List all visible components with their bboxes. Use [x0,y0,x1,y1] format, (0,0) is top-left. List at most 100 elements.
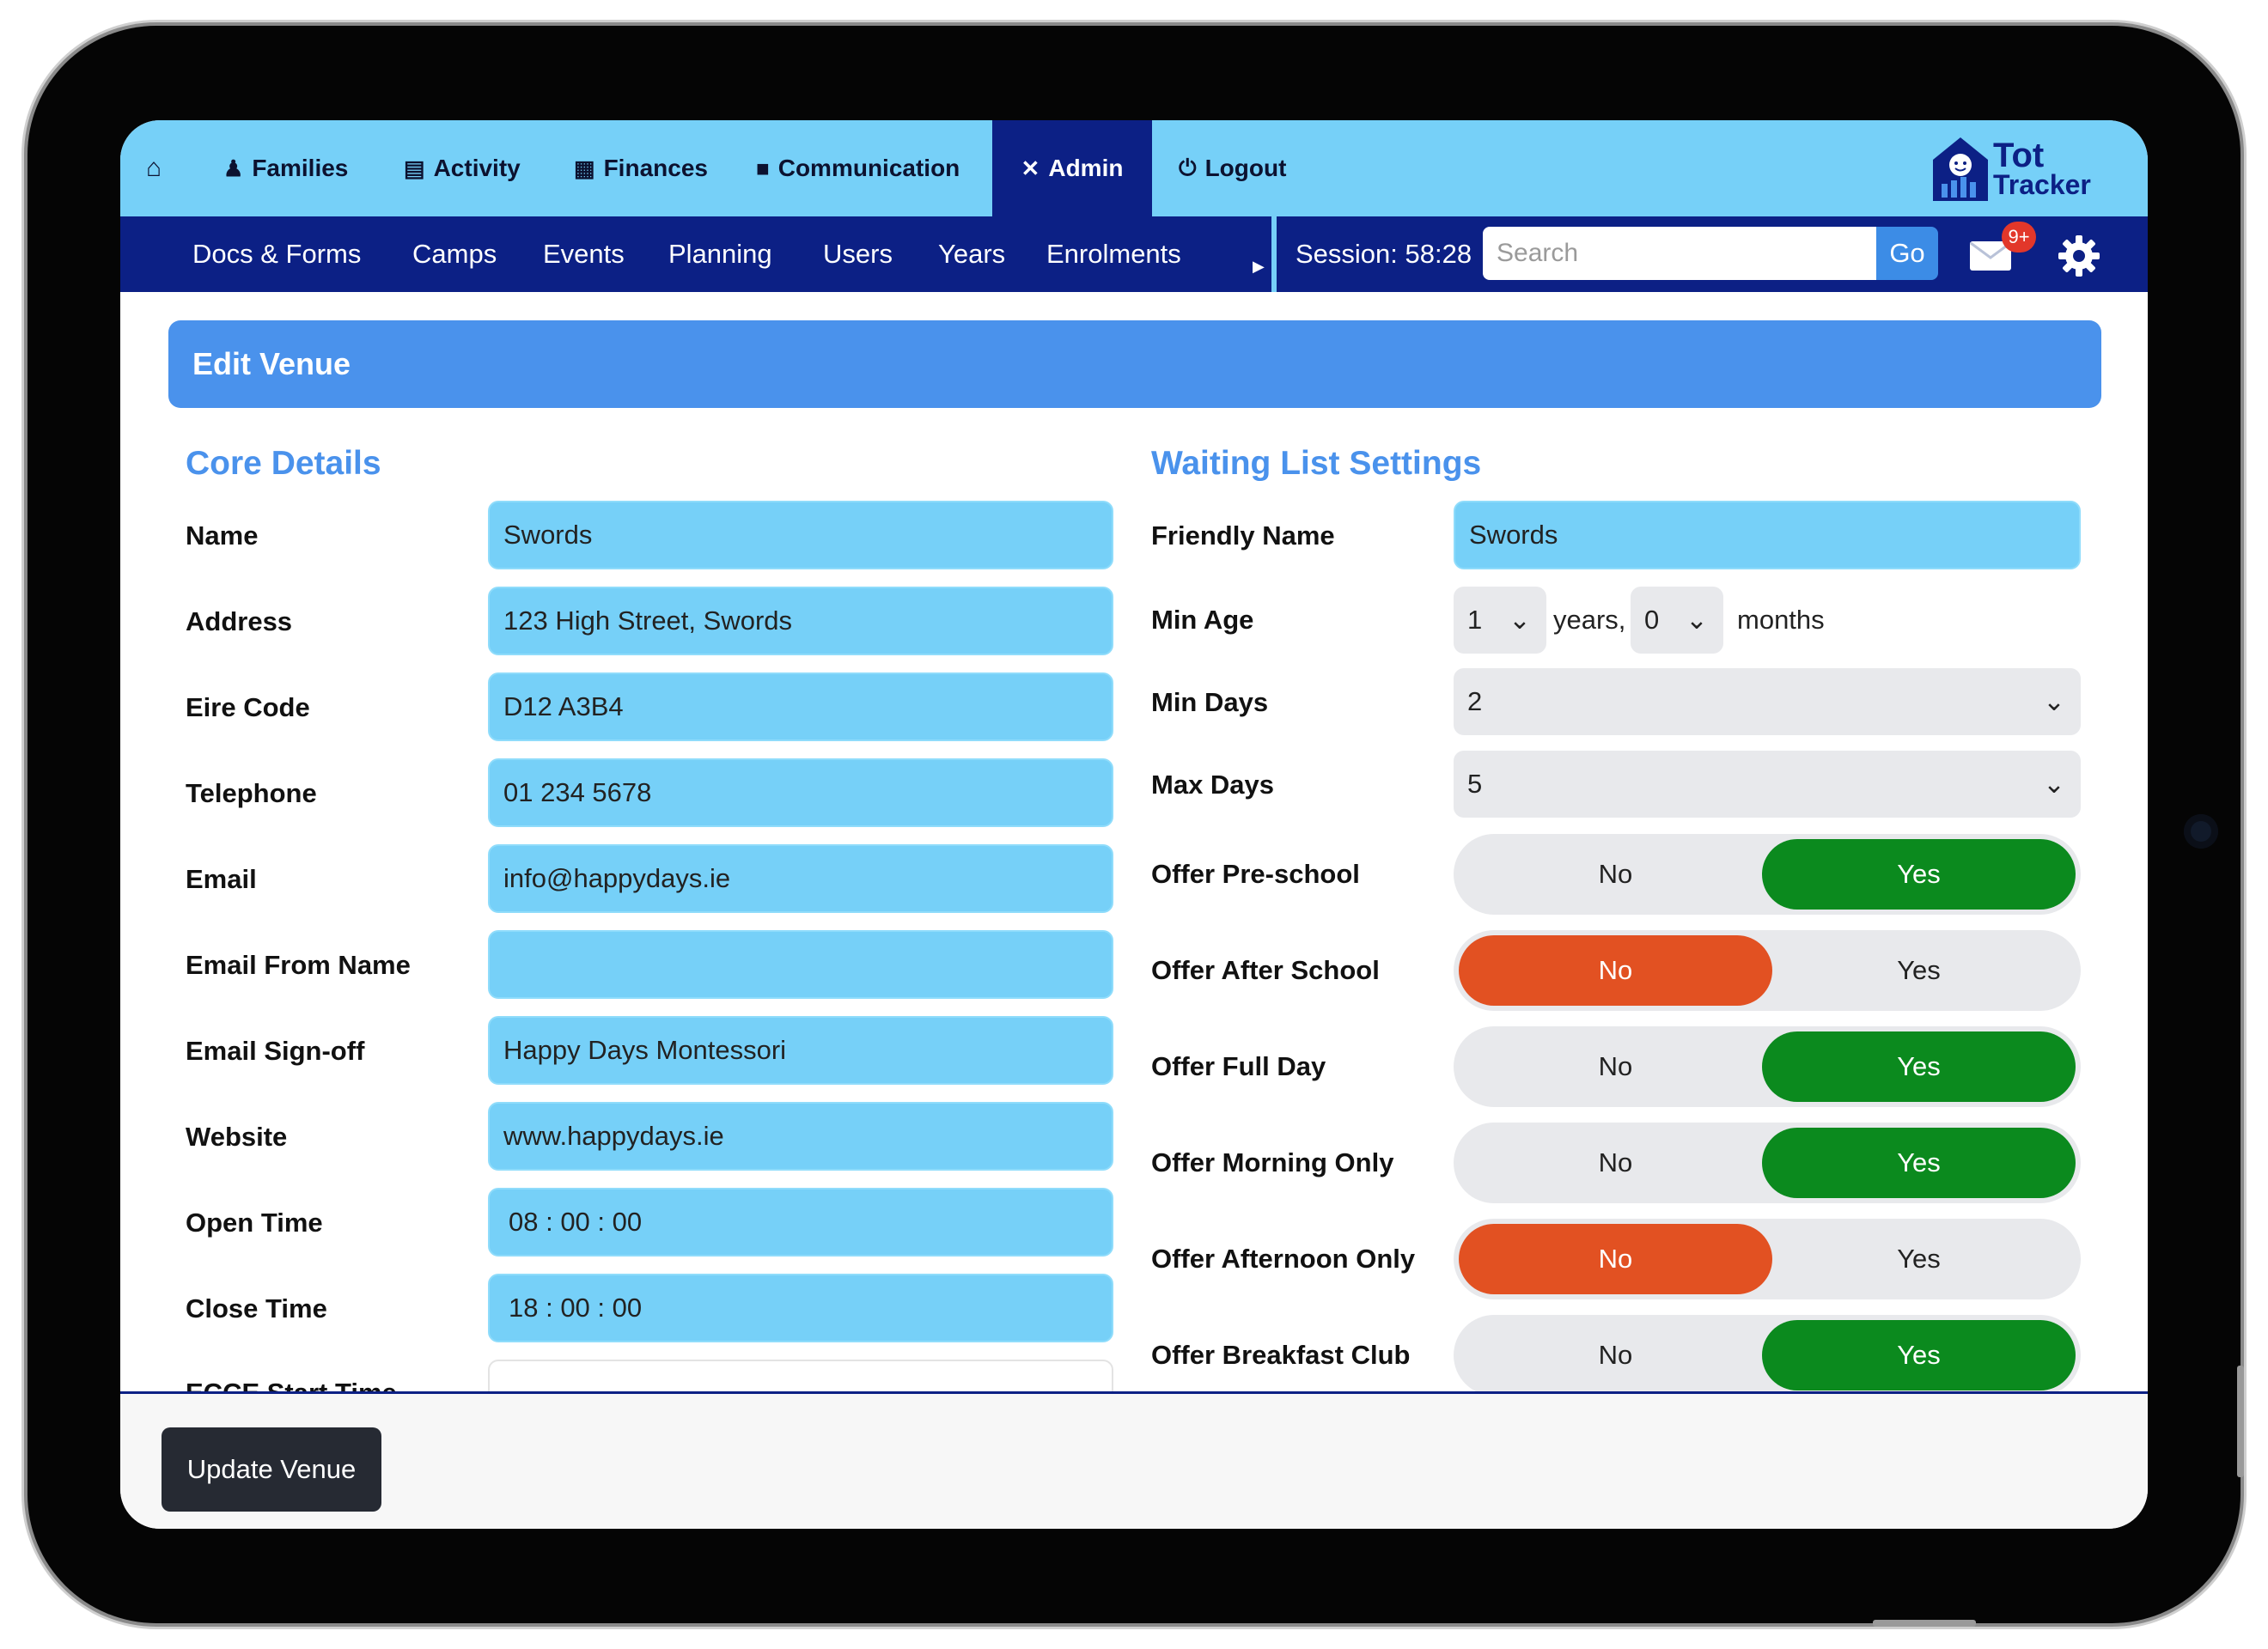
min-days-label: Min Days [1151,687,1269,717]
address-field[interactable]: 123 High Street, Swords [488,587,1113,655]
email-field[interactable]: info@happydays.ie [488,844,1113,913]
offer-full-day-toggle: No Yes [1454,1026,2081,1107]
tools-icon: ✕ [1021,155,1040,181]
clipboard-icon: ▤ [404,155,425,181]
offer-afternoon-only-yes[interactable]: Yes [1762,1224,2076,1294]
offer-after-school-no[interactable]: No [1459,935,1772,1006]
address-label: Address [186,606,293,636]
subnav-enrolments[interactable]: Enrolments [1046,216,1181,292]
nav-activity-label: Activity [433,155,521,181]
telephone-label: Telephone [186,778,317,808]
offer-afternoon-only-label: Offer Afternoon Only [1151,1244,1416,1274]
offer-after-school-yes[interactable]: Yes [1762,935,2076,1006]
email-signoff-field[interactable]: Happy Days Montessori [488,1016,1113,1085]
email-label: Email [186,864,257,894]
max-days-select[interactable]: 5 ⌄ [1454,751,2081,818]
bottom-button [1873,1620,1976,1627]
offer-morning-only-label: Offer Morning Only [1151,1147,1394,1177]
offer-full-day-yes[interactable]: Yes [1762,1031,2076,1102]
min-days-select[interactable]: 2 ⌄ [1454,668,2081,735]
home-icon: ⌂ [146,154,162,182]
chevron-down-icon: ⌄ [2043,769,2065,799]
update-venue-button[interactable]: Update Venue [162,1427,381,1512]
nav-logout-label: Logout [1204,155,1287,181]
subnav-camps[interactable]: Camps [412,216,497,292]
email-from-name-field[interactable] [488,930,1113,999]
users-icon: ♟ [223,155,244,181]
offer-afternoon-only-no[interactable]: No [1459,1224,1772,1294]
email-from-name-label: Email From Name [186,950,411,980]
min-days-value: 2 [1467,686,1483,716]
waiting-list-title: Waiting List Settings [1151,445,1482,482]
footer-bar [120,1391,2148,1529]
years-unit: years, [1553,605,1626,635]
website-field[interactable]: www.happydays.ie [488,1102,1113,1171]
nav-families-label: Families [252,155,349,181]
subnav-users[interactable]: Users [823,216,893,292]
top-nav: ⌂ ♟ Families ▤ Activity ▦ Finances ■ Com… [120,120,2148,216]
nav-admin-label: Admin [1048,155,1124,181]
chevron-down-icon: ⌄ [1686,605,1708,635]
min-age-label: Min Age [1151,605,1254,635]
open-time-field[interactable]: 08 : 00 : 00 [488,1188,1113,1257]
camera-icon [2184,814,2218,849]
nav-activity[interactable]: ▤ Activity [404,120,521,216]
offer-preschool-no[interactable]: No [1459,839,1772,910]
offer-breakfast-club-yes[interactable]: Yes [1762,1320,2076,1390]
subnav-events[interactable]: Events [543,216,625,292]
open-time-label: Open Time [186,1208,323,1238]
nav-admin[interactable]: ✕ Admin [992,120,1152,216]
offer-breakfast-club-label: Offer Breakfast Club [1151,1340,1411,1370]
offer-preschool-toggle: No Yes [1454,834,2081,915]
logo-line2: Tracker [1993,169,2091,200]
offer-breakfast-club-toggle: No Yes [1454,1315,2081,1396]
name-field[interactable]: Swords [488,501,1113,569]
nav-home[interactable]: ⌂ [146,120,162,216]
nav-finances-label: Finances [603,155,708,181]
offer-full-day-no[interactable]: No [1459,1031,1772,1102]
nav-families[interactable]: ♟ Families [223,120,348,216]
nav-communication[interactable]: ■ Communication [756,120,960,216]
telephone-field[interactable]: 01 234 5678 [488,758,1113,827]
nav-logout[interactable]: ⏻ Logout [1179,120,1286,216]
subnav-years[interactable]: Years [938,216,1005,292]
offer-morning-only-no[interactable]: No [1459,1128,1772,1198]
eire-code-field[interactable]: D12 A3B4 [488,672,1113,741]
core-details-title: Core Details [186,445,381,482]
offer-full-day-label: Offer Full Day [1151,1051,1326,1081]
offer-breakfast-club-no[interactable]: No [1459,1320,1772,1390]
go-button[interactable]: Go [1876,227,1938,280]
tot-tracker-logo[interactable]: Tot Tracker [1931,134,2103,208]
chat-icon: ■ [756,155,770,181]
friendly-name-field[interactable]: Swords [1454,501,2081,569]
chevron-down-icon: ⌄ [1509,605,1531,635]
subnav-docs-forms[interactable]: Docs & Forms [192,216,361,292]
months-unit: months [1737,605,1825,635]
offer-after-school-label: Offer After School [1151,955,1380,985]
offer-preschool-yes[interactable]: Yes [1762,839,2076,910]
chevron-down-icon: ⌄ [2043,686,2065,716]
min-age-months-select[interactable]: 0 ⌄ [1631,587,1723,654]
nav-finances[interactable]: ▦ Finances [574,120,708,216]
max-days-label: Max Days [1151,770,1275,800]
name-label: Name [186,520,259,551]
gear-icon[interactable] [2057,234,2101,278]
power-icon: ⏻ [1179,155,1197,180]
min-age-years-value: 1 [1467,605,1483,635]
close-time-field[interactable]: 18 : 00 : 00 [488,1274,1113,1342]
page-header: Edit Venue [168,320,2101,408]
min-age-years-select[interactable]: 1 ⌄ [1454,587,1546,654]
search-input[interactable] [1483,227,1876,280]
subnav-planning[interactable]: Planning [668,216,772,292]
app-screen: ⌂ ♟ Families ▤ Activity ▦ Finances ■ Com… [120,120,2148,1529]
nav-communication-label: Communication [777,155,960,181]
min-age-months-value: 0 [1644,605,1660,635]
offer-morning-only-yes[interactable]: Yes [1762,1128,2076,1198]
eire-code-label: Eire Code [186,692,310,722]
caret-right-icon[interactable]: ▶ [1253,228,1265,304]
website-label: Website [186,1122,288,1152]
friendly-name-label: Friendly Name [1151,520,1335,551]
offer-afternoon-only-toggle: No Yes [1454,1219,2081,1299]
offer-after-school-toggle: No Yes [1454,930,2081,1011]
email-signoff-label: Email Sign-off [186,1036,365,1066]
